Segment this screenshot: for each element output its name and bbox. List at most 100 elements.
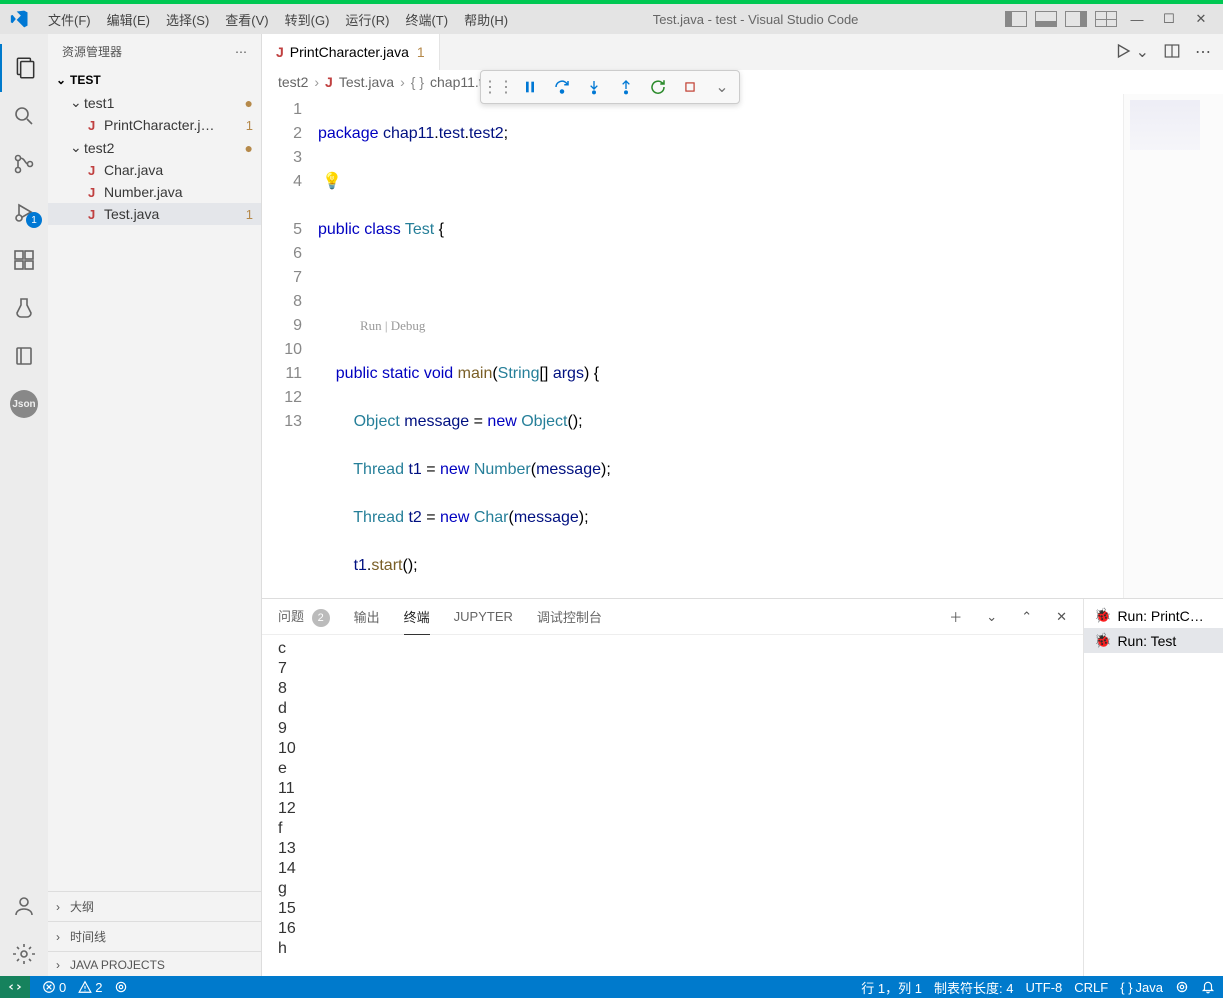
layout-right-icon[interactable] <box>1065 11 1087 27</box>
tab-modified: 1 <box>417 44 425 60</box>
java-icon: J <box>88 118 104 133</box>
run-label: Run: PrintC… <box>1117 608 1203 624</box>
menu-help[interactable]: 帮助(H) <box>456 10 516 29</box>
json-icon[interactable]: Json <box>0 380 48 428</box>
status-warnings[interactable]: 2 <box>78 980 102 995</box>
step-out-icon[interactable] <box>615 76 637 98</box>
file-test[interactable]: J Test.java 1 <box>48 203 261 225</box>
status-eol[interactable]: CRLF <box>1074 980 1108 995</box>
section-label: 大纲 <box>70 898 94 915</box>
terminal-run-printc[interactable]: 🐞 Run: PrintC… <box>1084 603 1223 628</box>
menu-file[interactable]: 文件(F) <box>40 10 99 29</box>
chevron-down-icon: ⌄ <box>70 94 84 111</box>
status-errors[interactable]: 0 <box>42 980 66 995</box>
settings-icon[interactable] <box>0 930 48 978</box>
namespace-icon: { } <box>411 74 424 90</box>
menu-run[interactable]: 运行(R) <box>337 10 397 29</box>
menu-view[interactable]: 查看(V) <box>217 10 276 29</box>
pause-icon[interactable] <box>519 76 541 98</box>
extensions-icon[interactable] <box>0 236 48 284</box>
run-icon[interactable] <box>1114 42 1132 62</box>
file-label: PrintCharacter.j… <box>104 117 214 133</box>
stop-icon[interactable] <box>679 76 701 98</box>
debug-toolbar[interactable]: ⋮⋮ ⌄ <box>480 70 740 104</box>
status-lncol[interactable]: 行 1，列 1 <box>861 978 922 997</box>
tab-terminal[interactable]: 终端 <box>404 599 430 635</box>
file-printcharacter[interactable]: J PrintCharacter.j… 1 <box>48 114 261 136</box>
file-char[interactable]: J Char.java <box>48 159 261 181</box>
tab-problems[interactable]: 问题 2 <box>278 598 330 635</box>
layout-bottom-icon[interactable] <box>1035 11 1057 27</box>
debug-badge: 1 <box>26 212 42 228</box>
status-tabsize[interactable]: 制表符长度: 4 <box>934 978 1013 997</box>
tab-printcharacter[interactable]: J PrintCharacter.java 1 <box>262 34 440 70</box>
tab-debugconsole[interactable]: 调试控制台 <box>537 599 602 634</box>
java-icon: J <box>325 74 333 90</box>
run-dropdown-icon[interactable]: ⌄ <box>1136 42 1149 62</box>
layout-grid-icon[interactable] <box>1095 11 1117 27</box>
step-over-icon[interactable] <box>551 76 573 98</box>
terminal-output[interactable]: c78d910e1112f1314g1516h <box>262 635 1083 978</box>
dirty-dot: ● <box>245 140 253 156</box>
debug-icon[interactable]: 1 <box>0 188 48 236</box>
java-icon: J <box>88 185 104 200</box>
breadcrumb[interactable]: test2 › J Test.java › { } chap11.test.te… <box>262 70 1223 94</box>
section-javaprojects[interactable]: › JAVA PROJECTS <box>48 951 261 978</box>
codelens-run-debug[interactable]: Run | Debug <box>318 314 611 338</box>
status-bell-icon[interactable] <box>1201 980 1215 994</box>
vscode-icon <box>0 9 40 29</box>
folder-test1[interactable]: ⌄ test1 ● <box>48 91 261 114</box>
search-icon[interactable] <box>0 92 48 140</box>
tab-output[interactable]: 输出 <box>354 599 380 634</box>
dirty-dot: ● <box>245 95 253 111</box>
crumb-folder[interactable]: test2 <box>278 74 308 90</box>
restart-icon[interactable] <box>647 76 669 98</box>
minimap[interactable] <box>1123 94 1223 598</box>
file-modified: 1 <box>246 207 253 222</box>
more-icon[interactable]: ⋯ <box>235 45 247 59</box>
status-encoding[interactable]: UTF-8 <box>1025 980 1062 995</box>
status-lang[interactable]: { } Java <box>1120 980 1163 995</box>
layout-left-icon[interactable] <box>1005 11 1027 27</box>
terminal-dropdown-icon[interactable]: ⌄ <box>986 609 997 625</box>
code-lines[interactable]: package chap11.test.test2; 💡 public clas… <box>318 94 611 598</box>
java-icon: J <box>88 207 104 222</box>
menu-select[interactable]: 选择(S) <box>158 10 217 29</box>
chevron-down-icon: ⌄ <box>56 73 70 87</box>
status-feedback-icon[interactable] <box>1175 980 1189 994</box>
split-editor-icon[interactable] <box>1163 42 1181 62</box>
step-into-icon[interactable] <box>583 76 605 98</box>
more-icon[interactable]: ⋯ <box>1195 42 1211 62</box>
status-port[interactable] <box>114 980 128 994</box>
debug-dropdown-icon[interactable]: ⌄ <box>711 76 733 98</box>
terminal-run-test[interactable]: 🐞 Run: Test <box>1084 628 1223 653</box>
section-outline[interactable]: › 大纲 <box>48 891 261 921</box>
new-terminal-icon[interactable]: ＋ <box>949 607 962 626</box>
braces-icon: { } <box>1120 980 1132 995</box>
close-panel-icon[interactable]: ✕ <box>1056 609 1067 625</box>
section-timeline[interactable]: › 时间线 <box>48 921 261 951</box>
remote-button[interactable] <box>0 976 30 998</box>
close-button[interactable]: ✕ <box>1187 11 1215 27</box>
explorer-icon[interactable] <box>0 44 48 92</box>
file-number[interactable]: J Number.java <box>48 181 261 203</box>
lightbulb-icon[interactable]: 💡 <box>318 170 611 194</box>
menu-terminal[interactable]: 终端(T) <box>397 10 456 29</box>
maximize-panel-icon[interactable]: ⌃ <box>1021 609 1032 625</box>
problems-badge: 2 <box>312 609 330 627</box>
minimize-button[interactable]: — <box>1123 12 1151 27</box>
code-editor[interactable]: 12345678910111213 package chap11.test.te… <box>262 94 1223 598</box>
menu-goto[interactable]: 转到(G) <box>277 10 338 29</box>
test-icon[interactable] <box>0 284 48 332</box>
menu-edit[interactable]: 编辑(E) <box>99 10 158 29</box>
drag-handle-icon[interactable]: ⋮⋮ <box>487 76 509 98</box>
root-folder[interactable]: ⌄ TEST <box>48 69 261 91</box>
book-icon[interactable] <box>0 332 48 380</box>
crumb-file[interactable]: Test.java <box>339 74 394 90</box>
source-control-icon[interactable] <box>0 140 48 188</box>
folder-test2[interactable]: ⌄ test2 ● <box>48 136 261 159</box>
account-icon[interactable] <box>0 882 48 930</box>
folder-label: test2 <box>84 140 114 156</box>
maximize-button[interactable]: ☐ <box>1155 11 1183 27</box>
tab-jupyter[interactable]: JUPYTER <box>454 601 513 632</box>
